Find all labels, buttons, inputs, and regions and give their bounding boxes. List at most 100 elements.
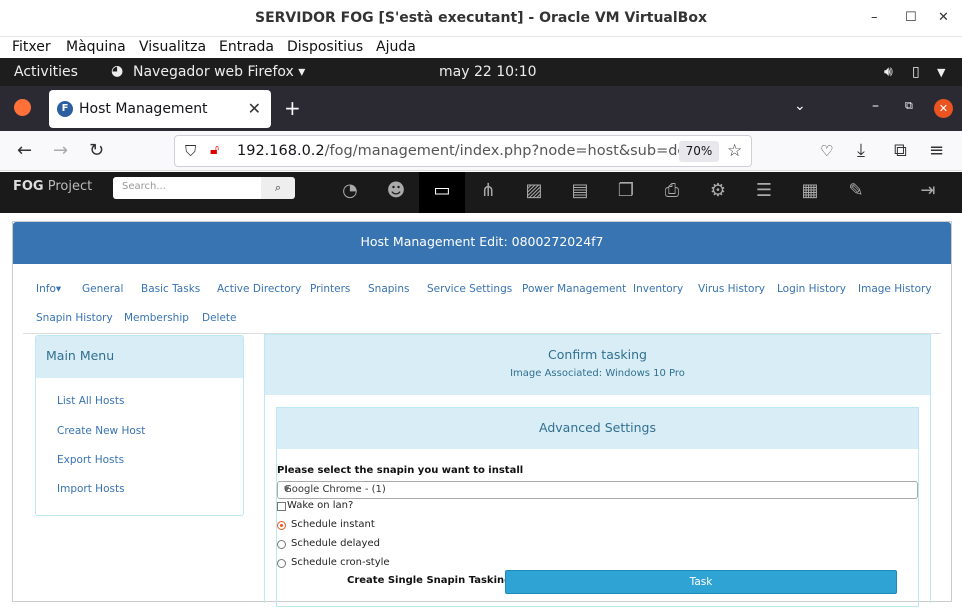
firefox-tab-strip: F Host Management ✕ + ⌄ – ⧉ ✕ [0,86,962,131]
menu-visualitza[interactable]: Visualitza [139,39,206,55]
hamburger-menu-icon[interactable]: ≡ [929,140,944,161]
url-bar[interactable]: ⛉ 🔓︎ 192.168.0.2/fog/management/index.ph… [174,135,752,167]
chevron-down-icon: ▼ [284,485,290,493]
page-title: Host Management Edit: 0800272024f7 [13,222,951,264]
create-new-host-link[interactable]: Create New Host [57,425,145,437]
back-arrow-icon[interactable]: ← [17,140,32,161]
export-hosts-link[interactable]: Export Hosts [57,454,124,466]
minimize-icon[interactable]: – [872,98,879,114]
advanced-settings-title: Advanced Settings [277,408,918,449]
confirm-tasking-title: Confirm tasking [548,347,647,362]
task-button[interactable]: Task [505,570,897,594]
insecure-lock-icon[interactable]: 🔓︎ [210,142,219,158]
logout-icon[interactable]: ⇥ [917,180,939,202]
close-icon[interactable]: ✕ [938,10,949,25]
pocket-icon[interactable]: ♡ [820,142,833,160]
hosts-icon[interactable]: ▭ [431,180,453,202]
schedule-instant-radio[interactable] [277,521,286,530]
menu-dispositius[interactable]: Dispositius [287,39,363,55]
tab-login-history[interactable]: Login History [777,283,846,295]
fog-brand[interactable]: FOG Project [13,179,92,194]
tab-power-management[interactable]: Power Management [522,283,626,295]
fog-favicon-icon: F [57,101,73,117]
menu-ajuda[interactable]: Ajuda [376,39,416,55]
schedule-instant-label: Schedule instant [291,519,375,530]
close-icon[interactable]: ✕ [934,99,953,118]
activities-button[interactable]: Activities [14,64,78,80]
main-menu-title: Main Menu [36,336,243,378]
downloads-icon[interactable]: ⤓ [857,140,865,161]
tab-general[interactable]: General [82,283,123,295]
tab-host-management[interactable]: F Host Management ✕ [49,90,271,128]
users-icon[interactable]: ☻ [385,180,407,202]
zoom-level[interactable]: 70% [679,141,719,162]
search-icon: ⌕ [274,181,282,194]
advanced-settings-panel: Advanced Settings Please select the snap… [276,407,919,607]
tab-virus-history[interactable]: Virus History [698,283,765,295]
tab-snapins[interactable]: Snapins [368,283,409,295]
window-title: SERVIDOR FOG [S'està executant] - Oracle… [254,10,707,26]
bookmark-star-icon[interactable]: ☆ [727,141,742,161]
extensions-icon[interactable]: ⧉ [894,140,907,161]
volume-icon[interactable]: 🔊︎ [884,64,893,80]
tab-title: Host Management [79,101,208,117]
system-menu-chevron-down-icon[interactable]: ▼ [937,66,945,79]
create-snapin-tasking-label: Create Single Snapin Tasking [347,575,512,586]
tasks-icon[interactable]: ☰ [753,180,775,202]
menu-maquina[interactable]: Màquina [66,39,126,55]
new-tab-icon[interactable]: + [284,96,301,120]
vbox-title-bar: SERVIDOR FOG [S'està executant] - Oracle… [0,0,962,37]
vbox-menu-bar: Fitxer Màquina Visualitza Entrada Dispos… [0,37,962,58]
wake-on-lan-label: Wake on lan? [287,500,354,511]
battery-icon[interactable]: ▯ [912,64,920,80]
shield-icon[interactable]: ⛉ [185,142,196,160]
storage-icon[interactable]: ▤ [569,180,591,202]
main-menu: Main Menu List All Hosts Create New Host… [35,335,244,516]
reports-icon[interactable]: ▦ [799,180,821,202]
groups-icon[interactable]: ⋔ [477,180,499,202]
snapin-select[interactable]: Google Chrome - (1) ▼ [277,481,918,499]
fog-header: FOG Project Search... ⌕ ◔ ☻ ▭ ⋔ ▨ ▤ ❐ ⎙ … [0,172,962,213]
tab-service-settings[interactable]: Service Settings [427,283,512,295]
printers-icon[interactable]: ⎙ [661,180,683,202]
schedule-cron-radio[interactable] [277,559,286,568]
menu-entrada[interactable]: Entrada [219,39,274,55]
restore-icon[interactable]: ⧉ [905,99,913,113]
menu-fitxer[interactable]: Fitxer [12,39,51,55]
search-input[interactable]: Search... [113,177,261,199]
schedule-cron-label: Schedule cron-style [291,557,390,568]
import-hosts-link[interactable]: Import Hosts [57,483,125,495]
forward-arrow-icon[interactable]: → [53,140,68,161]
dashboard-icon[interactable]: ◔ [339,180,361,202]
tab-basic-tasks[interactable]: Basic Tasks [141,283,200,295]
snapins-icon[interactable]: ❐ [615,180,637,202]
minimize-icon[interactable]: – [871,10,878,25]
schedule-delayed-radio[interactable] [277,540,286,549]
app-menu[interactable]: Navegador web Firefox ▾ [133,64,305,80]
reload-icon[interactable]: ↻ [89,140,104,161]
list-all-hosts-link[interactable]: List All Hosts [57,395,124,407]
clock[interactable]: may 22 10:10 [439,64,537,80]
maximize-icon[interactable]: ☐ [905,10,917,25]
firefox-view-icon[interactable] [14,99,31,116]
plugins-icon[interactable]: ✎ [845,180,867,202]
schedule-delayed-label: Schedule delayed [291,538,380,549]
page-body: Host Management Edit: 0800272024f7 Info▾… [12,221,952,607]
wake-on-lan-checkbox[interactable] [277,502,286,511]
tab-snapin-history[interactable]: Snapin History [36,312,113,324]
tab-active-directory[interactable]: Active Directory [217,283,301,295]
tab-delete[interactable]: Delete [202,312,237,324]
tab-printers[interactable]: Printers [310,283,350,295]
tab-image-history[interactable]: Image History [858,283,932,295]
tab-close-icon[interactable]: ✕ [248,99,261,118]
search-button[interactable]: ⌕ [261,177,295,199]
gnome-top-bar: Activities ◕ Navegador web Firefox ▾ may… [0,58,962,86]
list-tabs-chevron-down-icon[interactable]: ⌄ [794,98,806,114]
tab-inventory[interactable]: Inventory [633,283,683,295]
images-icon[interactable]: ▨ [523,180,545,202]
tab-info[interactable]: Info▾ [36,283,61,295]
settings-icon[interactable]: ⚙ [707,180,729,202]
url-text[interactable]: 192.168.0.2/fog/management/index.php?nod… [237,143,696,159]
tab-membership[interactable]: Membership [124,312,189,324]
image-associated: Image Associated: Windows 10 Pro [510,368,685,379]
